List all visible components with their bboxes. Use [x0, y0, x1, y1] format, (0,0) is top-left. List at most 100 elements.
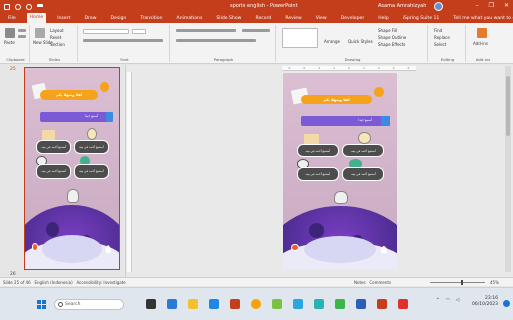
tab-animations[interactable]: Animations: [174, 15, 206, 22]
scrollbar-thumb[interactable]: [506, 76, 510, 136]
horizontal-ruler[interactable]: 8 6 4 2 0 2 4 6 8: [282, 66, 416, 71]
book-icon: [303, 133, 320, 144]
tray-chevron-icon[interactable]: ^: [436, 298, 440, 303]
minimize-button[interactable]: –: [476, 2, 479, 9]
listen-button-2[interactable]: أستمع أحمد في بيته: [342, 143, 385, 158]
new-slide-icon[interactable]: [35, 28, 45, 38]
save-icon[interactable]: [4, 3, 10, 10]
undo-icon[interactable]: [15, 3, 21, 10]
pdf-icon[interactable]: [398, 299, 408, 309]
comments-button[interactable]: Comments: [369, 280, 391, 285]
tab-file[interactable]: File: [5, 15, 19, 22]
volume-icon[interactable]: ◁: [456, 298, 459, 303]
slide-thumbnail-25[interactable]: أهلا وسهلا بكم أسمع جيدا أستمع أحمد في بيت…: [24, 67, 120, 270]
app-icon-10[interactable]: [335, 299, 345, 309]
taskbar-search[interactable]: Search: [54, 299, 124, 310]
notes-button[interactable]: Notes: [354, 280, 366, 285]
list-buttons[interactable]: [176, 29, 236, 32]
reset-button[interactable]: Reset: [50, 35, 61, 40]
section-button[interactable]: Section: [50, 42, 65, 47]
powerpoint-icon[interactable]: [377, 299, 387, 309]
tell-me-search[interactable]: Tell me what you want to do: [450, 15, 513, 22]
tab-help[interactable]: Help: [375, 15, 391, 22]
font-size-select[interactable]: [132, 29, 146, 34]
zoom-slider[interactable]: [430, 282, 485, 283]
status-bar: Slide 25 of 46 English (Indonesia) Acces…: [0, 277, 513, 286]
redo-icon[interactable]: [26, 3, 32, 10]
app-icon-8[interactable]: [293, 299, 303, 309]
back-arrow-icon[interactable]: [31, 242, 39, 251]
tab-home[interactable]: Home: [26, 13, 47, 23]
select-button[interactable]: Select: [434, 42, 446, 47]
close-button[interactable]: ✕: [504, 2, 509, 9]
addins-icon[interactable]: [477, 28, 487, 38]
shape-effects-button[interactable]: Shape Effects: [378, 42, 405, 47]
listen-button-1[interactable]: أستمع أحمد في بيته: [296, 143, 339, 158]
shape-outline-button[interactable]: Shape Outline: [378, 35, 406, 40]
taskbar-clock[interactable]: 23:16 06/10/2023: [472, 296, 498, 308]
tab-review[interactable]: Review: [282, 15, 304, 22]
word-icon[interactable]: [356, 299, 366, 309]
slide-title: أهلا وسهلا بكم: [40, 90, 99, 101]
wifi-icon[interactable]: ◠: [446, 298, 450, 303]
layout-button[interactable]: Layout: [50, 28, 64, 33]
app-icon-7[interactable]: [272, 299, 282, 309]
paste-icon[interactable]: [5, 28, 15, 38]
system-tray[interactable]: ^ ◠ ◁: [436, 298, 459, 303]
tab-record[interactable]: Record: [252, 15, 274, 22]
current-slide[interactable]: أهلا وسهلا بكم أسمع جيدا أستمع أحمد في بيت…: [283, 73, 397, 269]
shape-fill-button[interactable]: Shape Fill: [378, 28, 397, 33]
tab-insert[interactable]: Insert: [54, 15, 73, 22]
arrange-button[interactable]: Arrange: [324, 39, 340, 44]
tab-slide-show[interactable]: Slide Show: [213, 15, 244, 22]
restore-button[interactable]: ❐: [489, 2, 494, 9]
app-icon-9[interactable]: [314, 299, 324, 309]
tab-ispring-suite-11[interactable]: iSpring Suite 11: [400, 15, 443, 22]
listen-button-4[interactable]: أستمع أحمد في بيته: [73, 164, 109, 179]
edge-icon[interactable]: [167, 299, 177, 309]
office-icon[interactable]: [230, 299, 240, 309]
vertical-ruler[interactable]: [127, 72, 132, 272]
customize-quick-access-icon[interactable]: [37, 3, 43, 10]
addins-button[interactable]: Add-ins: [473, 41, 488, 46]
tab-view[interactable]: View: [313, 15, 330, 22]
tab-draw[interactable]: Draw: [81, 15, 99, 22]
notification-icon[interactable]: [503, 300, 510, 307]
cut-button[interactable]: [18, 29, 26, 32]
ribbon: Paste Clipboard New Slide Layout Reset S…: [0, 23, 513, 64]
find-button[interactable]: Find: [434, 28, 442, 33]
task-view-icon[interactable]: [146, 299, 156, 309]
tab-developer[interactable]: Developer: [338, 15, 368, 22]
clock-date: 06/10/2023: [472, 302, 498, 307]
listen-button-3[interactable]: أستمع أحمد في بيته: [296, 167, 339, 181]
listen-button-4[interactable]: أستمع أحمد في بيته: [342, 167, 385, 181]
zoom-slider-knob[interactable]: [461, 280, 463, 285]
replace-button[interactable]: Replace: [434, 35, 450, 40]
user-name[interactable]: Asama Amrahizyah: [378, 3, 426, 9]
drawing-group: Arrange Quick Styles Shape Fill Shape Ou…: [278, 25, 428, 62]
file-explorer-icon[interactable]: [188, 299, 198, 309]
paste-button[interactable]: Paste: [4, 40, 15, 45]
listen-button-2[interactable]: أستمع أحمد في بيته: [73, 140, 109, 155]
store-icon[interactable]: [209, 299, 219, 309]
language-status[interactable]: English (Indonesia): [34, 280, 72, 285]
listen-button-1[interactable]: أستمع أحمد في بيته: [36, 140, 72, 155]
font-format-buttons[interactable]: [83, 39, 163, 42]
font-name-select[interactable]: [83, 29, 129, 34]
vertical-scrollbar[interactable]: [505, 66, 511, 272]
align-buttons[interactable]: [176, 39, 256, 42]
text-direction-button[interactable]: [242, 29, 270, 32]
font-group: Font: [80, 25, 170, 62]
tab-transition[interactable]: Transition: [137, 15, 165, 22]
windows-start-icon[interactable]: [37, 300, 46, 309]
listen-button-3[interactable]: أستمع أحمد في بيته: [36, 164, 72, 179]
zoom-level[interactable]: 45%: [490, 280, 499, 285]
quick-styles-button[interactable]: Quick Styles: [348, 39, 373, 44]
chrome-icon[interactable]: [251, 299, 261, 309]
shapes-gallery[interactable]: [282, 28, 318, 48]
accessibility-status[interactable]: Accessibility: Investigate: [76, 280, 125, 285]
user-avatar[interactable]: [434, 2, 443, 11]
magnifier-icon: [358, 131, 371, 144]
tab-design[interactable]: Design: [107, 15, 129, 22]
copy-button[interactable]: [18, 35, 26, 38]
